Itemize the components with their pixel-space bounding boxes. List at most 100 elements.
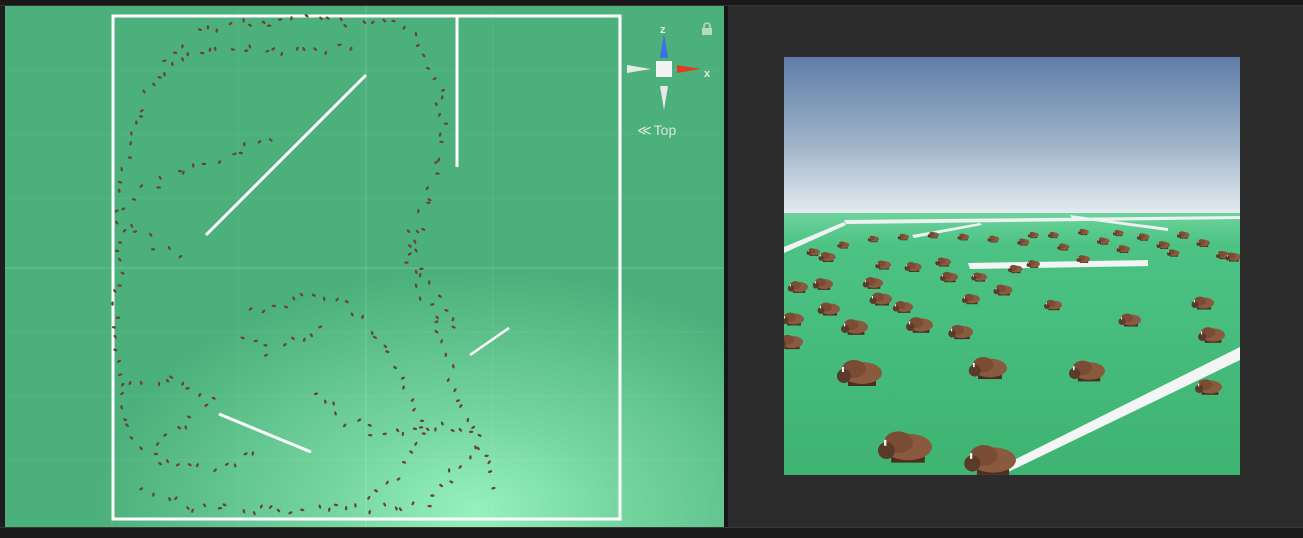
bison-marker-icon[interactable] (232, 152, 237, 156)
bison-marker-icon[interactable] (278, 18, 283, 21)
bison-marker-icon[interactable] (318, 325, 323, 329)
bison-marker-icon[interactable] (435, 315, 440, 320)
bison-marker-icon[interactable] (400, 376, 405, 380)
bison-marker-icon[interactable] (491, 486, 496, 489)
bison-marker-icon[interactable] (129, 141, 133, 146)
bison-agents[interactable] (111, 14, 496, 516)
bison-marker-icon[interactable] (412, 407, 417, 412)
bison-marker-icon[interactable] (402, 460, 407, 464)
bison-marker-icon[interactable] (302, 47, 306, 52)
bison-marker-icon[interactable] (421, 53, 426, 58)
lock-icon[interactable] (701, 22, 713, 36)
bison-marker-icon[interactable] (118, 373, 123, 377)
bison-marker-icon[interactable] (344, 300, 349, 304)
bison-marker-icon[interactable] (332, 401, 335, 406)
bison-marker-icon[interactable] (268, 505, 273, 510)
bison-marker-icon[interactable] (224, 462, 229, 466)
bison-marker-icon[interactable] (410, 398, 415, 403)
bison-marker-icon[interactable] (276, 508, 281, 513)
bison-marker-icon[interactable] (118, 257, 123, 262)
wall-diagonal[interactable] (206, 75, 366, 235)
bison-marker-icon[interactable] (342, 423, 347, 428)
bison-marker-icon[interactable] (197, 28, 202, 32)
bison-marker-icon[interactable] (130, 131, 133, 136)
bison-marker-icon[interactable] (469, 455, 471, 459)
bison-marker-icon[interactable] (458, 465, 463, 470)
bison-marker-icon[interactable] (367, 423, 372, 427)
bison-marker-icon[interactable] (261, 309, 266, 314)
bison-marker-icon[interactable] (394, 506, 398, 511)
bison-marker-icon[interactable] (135, 120, 138, 125)
bison-marker-icon[interactable] (158, 461, 163, 465)
bison-marker-icon[interactable] (430, 494, 435, 497)
bison-marker-icon[interactable] (413, 239, 417, 244)
bison-marker-icon[interactable] (120, 167, 123, 172)
bison-marker-icon[interactable] (402, 385, 405, 390)
bison-marker-icon[interactable] (195, 463, 199, 468)
bison-marker-icon[interactable] (419, 426, 424, 429)
gizmo-z-axis-cone[interactable] (660, 34, 668, 58)
gizmo-x-axis-cone[interactable] (677, 65, 701, 73)
bison-marker-icon[interactable] (243, 142, 245, 146)
bison-marker-icon[interactable] (415, 43, 420, 47)
bison-marker-icon[interactable] (446, 377, 450, 382)
bison-marker-icon[interactable] (354, 503, 357, 508)
bison-marker-icon[interactable] (118, 180, 123, 184)
bison-marker-icon[interactable] (148, 232, 152, 237)
bison-marker-icon[interactable] (213, 468, 218, 473)
bison-marker-icon[interactable] (452, 364, 455, 369)
bison-marker-icon[interactable] (383, 502, 387, 507)
bison-marker-icon[interactable] (271, 47, 276, 52)
bison-marker-icon[interactable] (204, 403, 209, 407)
bison-marker-icon[interactable] (439, 483, 444, 488)
bison-marker-icon[interactable] (157, 76, 162, 80)
bison-marker-icon[interactable] (181, 44, 184, 49)
bison-marker-icon[interactable] (115, 249, 120, 252)
bison-marker-icon[interactable] (488, 470, 493, 474)
bison-marker-icon[interactable] (299, 292, 304, 297)
bison-marker-icon[interactable] (120, 391, 125, 396)
bison-marker-icon[interactable] (407, 244, 412, 249)
bison-marker-icon[interactable] (174, 496, 179, 501)
bison-marker-icon[interactable] (114, 209, 119, 213)
bison-marker-icon[interactable] (469, 430, 474, 433)
bison-marker-icon[interactable] (158, 175, 163, 180)
bison-marker-icon[interactable] (186, 506, 191, 511)
bison-marker-icon[interactable] (350, 312, 354, 317)
bison-marker-icon[interactable] (139, 184, 144, 189)
bison-marker-icon[interactable] (118, 188, 121, 193)
bison-marker-icon[interactable] (122, 228, 127, 233)
bison-marker-icon[interactable] (417, 209, 420, 214)
bison-marker-icon[interactable] (214, 46, 217, 51)
bison-marker-icon[interactable] (311, 293, 316, 297)
bison-marker-icon[interactable] (200, 52, 205, 55)
view-mode-toggle[interactable]: ≪Top (637, 122, 697, 138)
bison-marker-icon[interactable] (215, 28, 219, 33)
bison-marker-icon[interactable] (449, 480, 454, 484)
bison-marker-icon[interactable] (432, 77, 437, 81)
bison-marker-icon[interactable] (438, 132, 441, 137)
bison-marker-icon[interactable] (426, 201, 431, 204)
bison-marker-icon[interactable] (357, 418, 362, 422)
bison-marker-icon[interactable] (252, 511, 256, 516)
bison-marker-icon[interactable] (455, 399, 460, 403)
bison-marker-icon[interactable] (123, 418, 128, 422)
bison-marker-icon[interactable] (444, 309, 449, 313)
bison-marker-icon[interactable] (154, 453, 159, 456)
bison-marker-icon[interactable] (207, 25, 209, 29)
bison-marker-icon[interactable] (437, 294, 442, 298)
bison-marker-icon[interactable] (155, 442, 159, 447)
game-view-panel[interactable] (728, 6, 1303, 527)
bison-marker-icon[interactable] (283, 305, 288, 309)
bison-marker-icon[interactable] (222, 503, 227, 507)
bison-marker-icon[interactable] (385, 350, 390, 354)
bison-marker-icon[interactable] (240, 336, 245, 340)
bison-marker-icon[interactable] (343, 23, 348, 28)
bison-marker-icon[interactable] (163, 72, 166, 77)
bison-marker-icon[interactable] (407, 252, 412, 257)
bison-marker-icon[interactable] (151, 248, 156, 251)
bison-marker-icon[interactable] (414, 283, 417, 288)
bison-marker-icon[interactable] (185, 387, 190, 390)
scene-view-panel[interactable]: z x ≪Top (5, 6, 724, 527)
bison-marker-icon[interactable] (129, 436, 134, 441)
